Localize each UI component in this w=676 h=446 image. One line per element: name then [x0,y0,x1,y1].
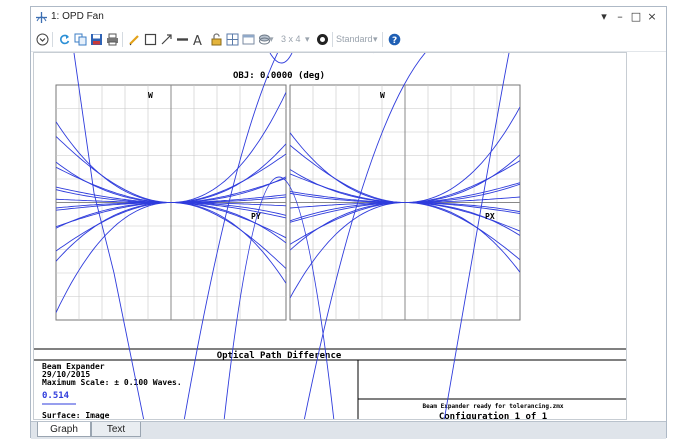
toolbar: A ▾ 3 x 4 ▾ Standard ▾ ? [31,29,666,52]
plot-header: OBJ: 0.0000 (deg) [233,71,325,81]
save-icon[interactable] [88,31,104,47]
style-dropdown[interactable]: Standard [336,34,373,44]
refresh-icon[interactable] [56,31,72,47]
svg-text:A: A [193,34,202,46]
help-icon[interactable]: ? [386,31,402,47]
tab-graph[interactable]: Graph [37,422,91,437]
text-icon[interactable]: A [190,31,206,47]
config-label: Configuration 1 of 1 [439,411,547,420]
window-icon[interactable] [240,31,256,47]
lock-icon[interactable] [208,31,224,47]
footer-title: Optical Path Difference [217,350,342,361]
grid-icon[interactable] [224,31,240,47]
tab-bar: Graph Text [31,421,666,439]
info-surface: Surface: Image [42,411,110,420]
layout-dropdown-arrow[interactable]: ▾ [305,34,310,45]
maximize-button[interactable]: □ [630,10,642,23]
file-note: Beam Expander ready for tolerancing.zmx [423,403,564,410]
dropdown-arrow[interactable]: ▾ [269,34,274,45]
line-icon[interactable] [174,31,190,47]
copy-icon[interactable] [72,31,88,47]
app-icon [36,12,47,23]
pencil-icon[interactable] [126,31,142,47]
style-dropdown-arrow[interactable]: ▾ [373,34,378,45]
left-w-label: W [148,91,153,100]
info-wavelength: 0.514 [42,391,70,401]
tab-text[interactable]: Text [91,422,141,437]
window-title: 1: OPD Fan [51,11,104,22]
plot-area: OBJ: 0.0000 (deg) W PY W PX Optical Path… [33,52,627,420]
title-bar: 1: OPD Fan ▾ – □ × [31,7,666,29]
opd-fan-window: 1: OPD Fan ▾ – □ × A ▾ 3 x 4 ▾ Standard … [30,6,667,439]
window-menu-button[interactable]: ▾ [598,10,610,23]
rectangle-icon[interactable] [142,31,158,47]
right-w-label: W [380,91,385,100]
opd-fan-plot: OBJ: 0.0000 (deg) W PY W PX Optical Path… [34,53,626,420]
target-icon[interactable] [314,31,330,47]
layout-dropdown[interactable]: 3 x 4 [281,34,301,44]
svg-text:?: ? [392,36,397,46]
close-button[interactable]: × [646,10,658,23]
print-icon[interactable] [104,31,120,47]
minimize-button[interactable]: – [614,10,626,23]
right-p-label: PX [485,212,495,221]
settings-circle-icon[interactable] [34,31,50,47]
info-scale: Maximum Scale: ± 0.100 Waves. [42,377,182,387]
arrow-icon[interactable] [158,31,174,47]
